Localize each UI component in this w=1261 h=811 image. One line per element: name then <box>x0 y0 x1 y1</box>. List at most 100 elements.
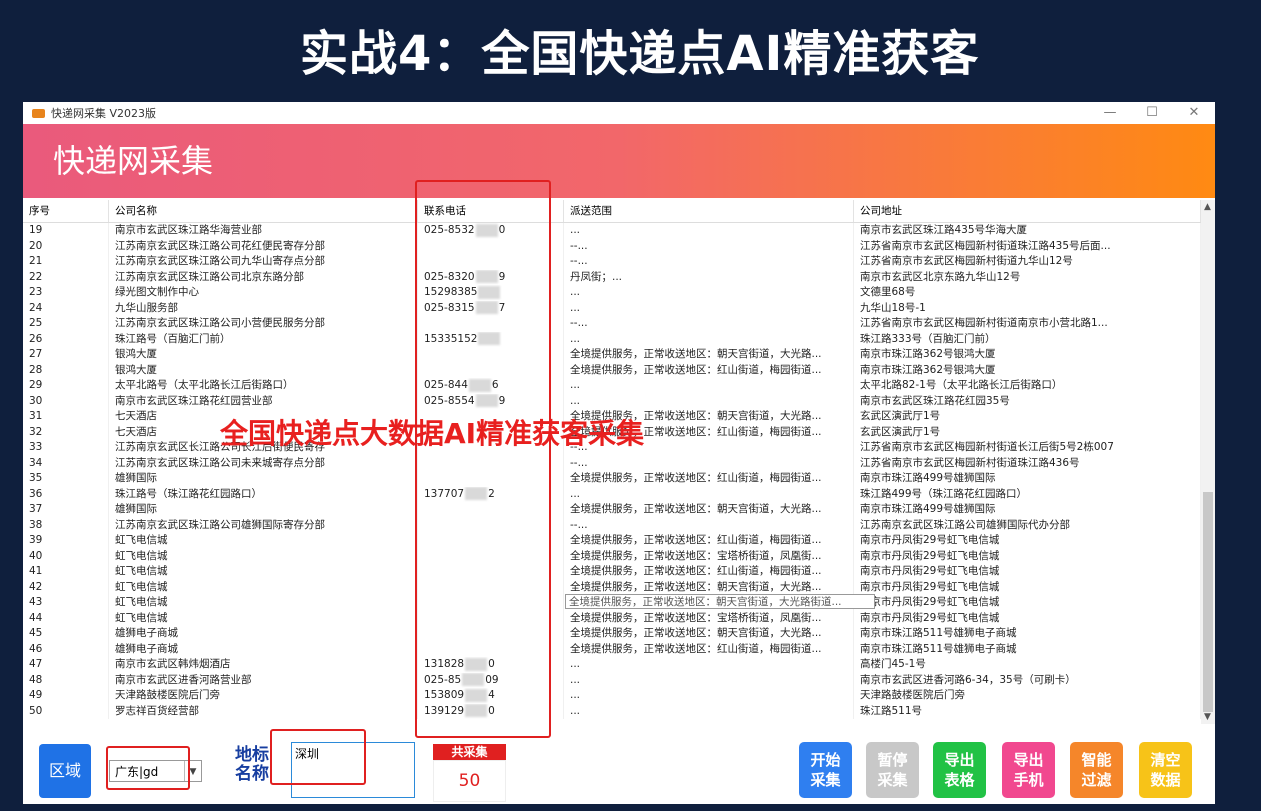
cell-address: 江苏省南京市玄武区梅园新村街道长江后街5号2栋007 <box>854 440 1201 456</box>
cell-address: 南京市珠江路511号雄狮电子商城 <box>854 641 1201 657</box>
minimize-button[interactable]: — <box>1089 102 1131 124</box>
export-table-button[interactable]: 导出 表格 <box>933 742 986 798</box>
table-row[interactable]: 49 天津路鼓楼医院后门旁 153809 4... 天津路鼓楼医院后门旁 <box>23 688 1201 704</box>
cell-scope: 全境提供服务，正常收送地区：宝塔桥街道，凤凰街... <box>564 548 854 564</box>
count-value: 50 <box>433 760 506 802</box>
cell-no: 29 <box>23 378 109 394</box>
table-row[interactable]: 29 太平北路号（太平北路长江后街路口） 025-844 6... 太平北路82-1号（… <box>23 378 1201 394</box>
cell-company: 太平北路号（太平北路长江后街路口） <box>109 378 418 394</box>
table-row[interactable]: 39 虹飞电信城 全境提供服务，正常收送地区：红山街道，梅园街道... 南京市丹凤街2… <box>23 533 1201 549</box>
cell-no: 28 <box>23 362 109 378</box>
table-row[interactable]: 21 江苏南京玄武区珠江路公司九华山寄存点分部 --... 江苏省南京市玄武区梅园新村… <box>23 254 1201 270</box>
cell-company: 江苏南京玄武区珠江路公司小营便民服务分部 <box>109 316 418 332</box>
cell-address: 南京市玄武区珠江路435号华海大厦 <box>854 223 1201 239</box>
table-row[interactable]: 23 绿光图文制作中心 15298385... 文德里68号 <box>23 285 1201 301</box>
cell-no: 34 <box>23 455 109 471</box>
cell-scope: ... <box>564 703 854 719</box>
header-no[interactable]: 序号 <box>23 200 109 222</box>
cell-company: 银鸿大厦 <box>109 362 418 378</box>
header-scope[interactable]: 派送范围 <box>564 200 854 222</box>
table-row[interactable]: 41 虹飞电信城 全境提供服务，正常收送地区：红山街道，梅园街道... 南京市丹凤街2… <box>23 564 1201 580</box>
table-row[interactable]: 22 江苏南京玄武区珠江路公司北京东路分部 025-8320 9 丹凤街；... 南京市玄… <box>23 269 1201 285</box>
table-row[interactable]: 50 罗志祥百货经营部 139129 0... 珠江路511号 <box>23 703 1201 719</box>
cell-scope: 全境提供服务，正常收送地区：朝天宫街道，大光路... <box>564 502 854 518</box>
cell-no: 44 <box>23 610 109 626</box>
smart-filter-button[interactable]: 智能 过滤 <box>1070 742 1123 798</box>
table-row[interactable]: 26 珠江路号（百脑汇门前） 15335152... 珠江路333号（百脑汇门前） <box>23 331 1201 347</box>
cell-scope: ... <box>564 393 854 409</box>
cell-scope: ... <box>564 223 854 239</box>
cell-scope: 全境提供服务，正常收送地区：宝塔桥街道，凤凰街... <box>564 610 854 626</box>
table-row[interactable]: 47 南京市玄武区韩炜烟酒店 131828 0... 高楼门45-1号 <box>23 657 1201 673</box>
scroll-down-icon[interactable]: ▼ <box>1204 712 1211 722</box>
cell-address: 玄武区演武厅1号 <box>854 409 1201 425</box>
cell-no: 31 <box>23 409 109 425</box>
export-phone-button[interactable]: 导出 手机 <box>1002 742 1055 798</box>
cell-no: 45 <box>23 626 109 642</box>
cell-no: 50 <box>23 703 109 719</box>
cell-tooltip: 全境提供服务，正常收送地区：朝天宫街道，大光路街道... <box>565 594 875 609</box>
table-row[interactable]: 34 江苏南京玄武区珠江路公司未来城寄存点分部 --... 江苏省南京市玄武区梅园新村… <box>23 455 1201 471</box>
cell-no: 27 <box>23 347 109 363</box>
table-row[interactable]: 48 南京市玄武区进香河路营业部 025-85 09... 南京市玄武区进香河路6-34… <box>23 672 1201 688</box>
table-row[interactable]: 44 虹飞电信城 全境提供服务，正常收送地区：宝塔桥街道，凤凰街... 南京市丹凤街2… <box>23 610 1201 626</box>
overlay-caption: 全国快递点大数据AI精准获客采集 <box>220 417 645 450</box>
cell-no: 49 <box>23 688 109 704</box>
cell-scope: ... <box>564 657 854 673</box>
cell-no: 33 <box>23 440 109 456</box>
maximize-button[interactable]: ☐ <box>1131 102 1173 124</box>
window-titlebar: 快递网采集 V2023版 — ☐ ✕ <box>23 102 1215 124</box>
table-row[interactable]: 46 雄狮电子商城 全境提供服务，正常收送地区：红山街道，梅园街道... 南京市珠江路… <box>23 641 1201 657</box>
cell-scope: --... <box>564 455 854 471</box>
cell-address: 南京市丹凤街29号虹飞电信城 <box>854 610 1201 626</box>
cell-company: 银鸿大厦 <box>109 347 418 363</box>
table-row[interactable]: 45 雄狮电子商城 全境提供服务，正常收送地区：朝天宫街道，大光路... 南京市珠江路… <box>23 626 1201 642</box>
cell-address: 南京市珠江路499号雄狮国际 <box>854 471 1201 487</box>
table-row[interactable]: 25 江苏南京玄武区珠江路公司小营便民服务分部 --... 江苏省南京市玄武区梅园新村… <box>23 316 1201 332</box>
table-row[interactable]: 37 雄狮国际 全境提供服务，正常收送地区：朝天宫街道，大光路... 南京市珠江路49… <box>23 502 1201 518</box>
table-row[interactable]: 28 银鸿大厦 全境提供服务，正常收送地区：红山街道，梅园街道... 南京市珠江路36… <box>23 362 1201 378</box>
table-header: 序号 公司名称 联系电话 派送范围 公司地址 <box>23 200 1201 223</box>
table-row[interactable]: 35 雄狮国际 全境提供服务，正常收送地区：红山街道，梅园街道... 南京市珠江路49… <box>23 471 1201 487</box>
cell-address: 南京市玄武区珠江路花红园35号 <box>854 393 1201 409</box>
table-row[interactable]: 30 南京市玄武区珠江路花红园营业部 025-8554 9... 南京市玄武区珠江路花红… <box>23 393 1201 409</box>
cell-no: 41 <box>23 564 109 580</box>
scroll-thumb[interactable] <box>1203 492 1213 712</box>
table-row[interactable]: 42 虹飞电信城 全境提供服务，正常收送地区：朝天宫街道，大光路... 南京市丹凤街2… <box>23 579 1201 595</box>
cell-company: 江苏南京玄武区珠江路公司九华山寄存点分部 <box>109 254 418 270</box>
table-row[interactable]: 19 南京市玄武区珠江路华海营业部 025-8532 0... 南京市玄武区珠江路435… <box>23 223 1201 239</box>
cell-company: 雄狮电子商城 <box>109 626 418 642</box>
table-row[interactable]: 27 银鸿大厦 全境提供服务，正常收送地区：朝天宫街道，大光路... 南京市珠江路36… <box>23 347 1201 363</box>
header-address[interactable]: 公司地址 <box>854 200 1201 222</box>
cell-company: 虹飞电信城 <box>109 548 418 564</box>
pause-collect-button[interactable]: 暂停 采集 <box>866 742 919 798</box>
cell-no: 24 <box>23 300 109 316</box>
cell-address: 南京市珠江路362号银鸿大厦 <box>854 347 1201 363</box>
cell-company: 绿光图文制作中心 <box>109 285 418 301</box>
cell-address: 南京市丹凤街29号虹飞电信城 <box>854 579 1201 595</box>
cell-scope: --... <box>564 316 854 332</box>
table-row[interactable]: 20 江苏南京玄武区珠江路公司花红便民寄存分部 --... 江苏省南京市玄武区梅园新村… <box>23 238 1201 254</box>
cell-company: 罗志祥百货经营部 <box>109 703 418 719</box>
cell-company: 虹飞电信城 <box>109 533 418 549</box>
region-button[interactable]: 区域 <box>39 744 91 798</box>
start-collect-button[interactable]: 开始 采集 <box>799 742 852 798</box>
close-button[interactable]: ✕ <box>1173 102 1215 124</box>
table-row[interactable]: 36 珠江路号（珠江路花红园路口） 137707 2... 珠江路499号（珠江路花红园… <box>23 486 1201 502</box>
clear-data-button[interactable]: 清空 数据 <box>1139 742 1192 798</box>
table-row[interactable]: 24 九华山服务部 025-8315 7... 九华山18号-1 <box>23 300 1201 316</box>
cell-company: 珠江路号（百脑汇门前） <box>109 331 418 347</box>
table-row[interactable]: 38 江苏南京玄武区珠江路公司雄狮国际寄存分部 --... 江苏南京玄武区珠江路公司雄… <box>23 517 1201 533</box>
scroll-up-icon[interactable]: ▲ <box>1204 202 1211 212</box>
vertical-scrollbar[interactable]: ▲ ▼ <box>1201 200 1215 724</box>
cell-scope: ... <box>564 672 854 688</box>
cell-no: 22 <box>23 269 109 285</box>
cell-scope: 全境提供服务，正常收送地区：红山街道，梅园街道... <box>564 471 854 487</box>
cell-address: 江苏省南京市玄武区梅园新村街道九华山12号 <box>854 254 1201 270</box>
header-company[interactable]: 公司名称 <box>109 200 418 222</box>
cell-company: 天津路鼓楼医院后门旁 <box>109 688 418 704</box>
cell-no: 21 <box>23 254 109 270</box>
table-row[interactable]: 40 虹飞电信城 全境提供服务，正常收送地区：宝塔桥街道，凤凰街... 南京市丹凤街2… <box>23 548 1201 564</box>
cell-no: 30 <box>23 393 109 409</box>
cell-no: 32 <box>23 424 109 440</box>
